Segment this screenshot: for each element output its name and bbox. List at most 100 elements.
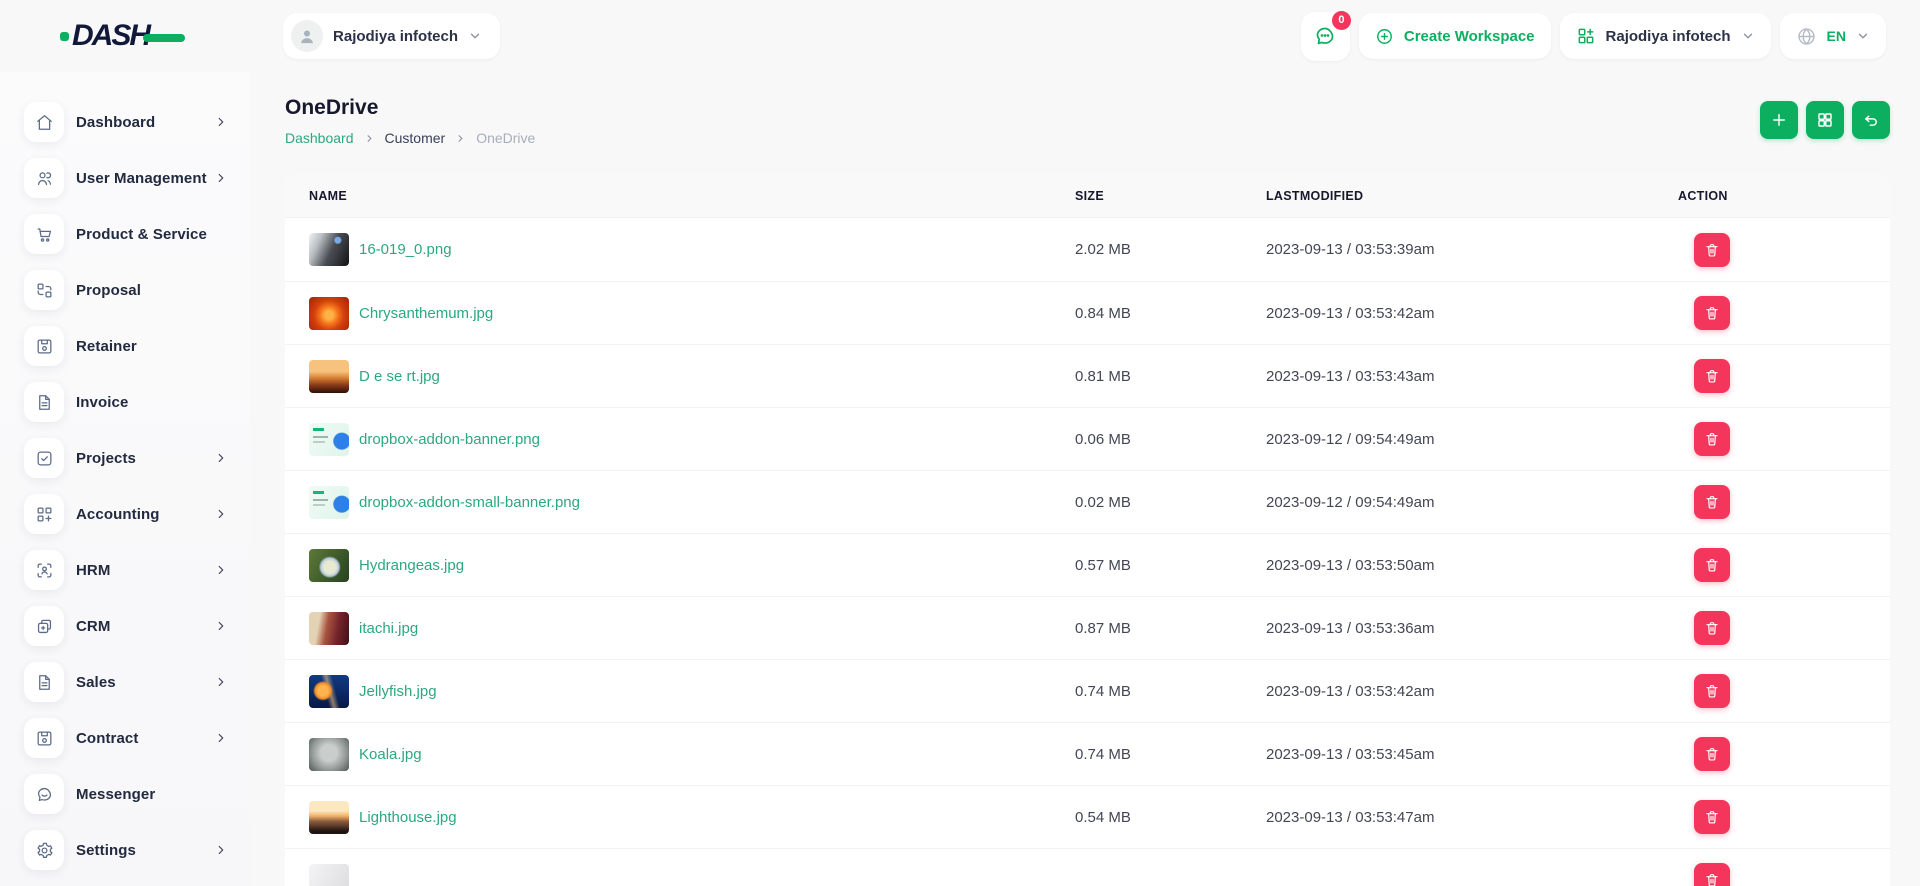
globe-icon (1796, 26, 1817, 47)
file-modified: 2023-09-13 / 03:53:50am (1266, 557, 1678, 574)
grid-view-button[interactable] (1806, 101, 1844, 139)
trash-icon (1704, 305, 1720, 321)
create-workspace-button[interactable]: Create Workspace (1359, 13, 1551, 59)
file-name-link[interactable]: dropbox-addon-small-banner.png (359, 494, 580, 511)
delete-button[interactable] (1694, 548, 1730, 582)
messages-button[interactable]: 0 (1301, 12, 1350, 61)
add-file-button[interactable] (1760, 101, 1798, 139)
file-text-icon (35, 673, 54, 692)
proposal-icon-box (24, 270, 64, 310)
sidebar-item-hrm[interactable]: HRM (0, 542, 250, 598)
chevron-down-icon (1741, 29, 1755, 43)
file-name-link[interactable]: 16-019_0.png (359, 241, 452, 258)
chevron-down-icon (468, 29, 482, 43)
trash-icon (1704, 494, 1720, 510)
delete-button[interactable] (1694, 422, 1730, 456)
sidebar-item-label: Accounting (76, 506, 214, 523)
sidebar-item-label: CRM (76, 618, 214, 635)
sidebar-item-sales[interactable]: Sales (0, 654, 250, 710)
sidebar-item-product-service[interactable]: Product & Service (0, 206, 250, 262)
chevron-right-icon (214, 675, 228, 689)
file-modified: 2023-09-13 / 03:53:43am (1266, 368, 1678, 385)
sidebar-item-label: Retainer (76, 338, 228, 355)
sidebar-item-projects[interactable]: Projects (0, 430, 250, 486)
file-name-link[interactable]: Lighthouse.jpg (359, 809, 457, 826)
delete-button[interactable] (1694, 485, 1730, 519)
gear-icon-box (24, 830, 64, 870)
file-modified: 2023-09-13 / 03:53:36am (1266, 620, 1678, 637)
home-icon-box (24, 102, 64, 142)
file-thumbnail (309, 233, 349, 266)
file-name-link[interactable]: Koala.jpg (359, 746, 422, 763)
user-scan-icon (35, 561, 54, 580)
logo-dot (60, 32, 69, 41)
delete-button[interactable] (1694, 800, 1730, 834)
delete-button[interactable] (1694, 611, 1730, 645)
chevron-right-icon (214, 843, 228, 857)
workspace-grid-icon (1576, 26, 1596, 46)
home-icon (35, 113, 54, 132)
proposal-icon (35, 281, 54, 300)
grid-icon (1816, 111, 1834, 129)
sidebar-item-label: Dashboard (76, 114, 214, 131)
delete-button[interactable] (1694, 359, 1730, 393)
trash-icon (1704, 242, 1720, 258)
workspace-selector[interactable]: Rajodiya infotech (283, 13, 500, 59)
file-name-link[interactable]: D e se rt.jpg (359, 368, 440, 385)
sidebar-item-messenger[interactable]: Messenger (0, 766, 250, 822)
trash-icon (1704, 872, 1720, 886)
go-back-button[interactable] (1852, 101, 1890, 139)
grid-plus-icon-box (24, 494, 64, 534)
breadcrumb-item-dashboard[interactable]: Dashboard (285, 130, 354, 146)
chevron-right-icon (214, 507, 228, 521)
file-modified: 2023-09-13 / 03:53:42am (1266, 683, 1678, 700)
sidebar-item-settings[interactable]: Settings (0, 822, 250, 878)
delete-button[interactable] (1694, 863, 1730, 886)
column-header-lastmodified: LASTMODIFIED (1266, 189, 1678, 203)
language-selector[interactable]: EN (1780, 13, 1886, 59)
file-name-link[interactable]: Chrysanthemum.jpg (359, 305, 493, 322)
chevron-right-icon (214, 731, 228, 745)
check-square-icon-box (24, 438, 64, 478)
trash-icon (1704, 809, 1720, 825)
sidebar-item-proposal[interactable]: Proposal (0, 262, 250, 318)
file-thumbnail (309, 486, 349, 519)
sidebar-item-retainer[interactable]: Retainer (0, 318, 250, 374)
file-modified: 2023-09-13 / 03:53:42am (1266, 305, 1678, 322)
workspace-avatar (291, 20, 323, 52)
delete-button[interactable] (1694, 296, 1730, 330)
topbar: DASH Rajodiya infotech 0 Create Workspac… (0, 0, 1920, 72)
delete-button[interactable] (1694, 674, 1730, 708)
company-selector[interactable]: Rajodiya infotech (1560, 13, 1771, 59)
sidebar-item-label: Settings (76, 842, 214, 859)
workspace-label: Rajodiya infotech (333, 28, 458, 45)
sidebar-item-label: User Management (76, 170, 214, 187)
file-thumbnail (309, 738, 349, 771)
breadcrumb-item-customer[interactable]: Customer (385, 130, 446, 146)
delete-button[interactable] (1694, 737, 1730, 771)
file-name-link[interactable]: itachi.jpg (359, 620, 418, 637)
cart-icon-box (24, 214, 64, 254)
delete-button[interactable] (1694, 233, 1730, 267)
app-logo[interactable]: DASH (60, 21, 185, 51)
sidebar-item-crm[interactable]: CRM (0, 598, 250, 654)
file-name-link[interactable]: Hydrangeas.jpg (359, 557, 464, 574)
copy-plus-icon-box (24, 606, 64, 646)
file-name-link[interactable]: Jellyfish.jpg (359, 683, 437, 700)
file-modified: 2023-09-12 / 09:54:49am (1266, 494, 1678, 511)
file-thumbnail (309, 864, 349, 886)
sidebar-item-dashboard[interactable]: Dashboard (0, 94, 250, 150)
sidebar-item-contract[interactable]: Contract (0, 710, 250, 766)
table-row (285, 848, 1890, 886)
sidebar-item-invoice[interactable]: Invoice (0, 374, 250, 430)
file-size: 0.54 MB (1075, 809, 1266, 826)
sidebar-item-label: Projects (76, 450, 214, 467)
trash-icon (1704, 683, 1720, 699)
file-name-link[interactable]: dropbox-addon-banner.png (359, 431, 540, 448)
column-header-action: ACTION (1678, 189, 1890, 203)
sidebar-item-accounting[interactable]: Accounting (0, 486, 250, 542)
file-modified: 2023-09-13 / 03:53:39am (1266, 241, 1678, 258)
table-row: itachi.jpg 0.87 MB 2023-09-13 / 03:53:36… (285, 596, 1890, 659)
sidebar-item-user-management[interactable]: User Management (0, 150, 250, 206)
table-row: Hydrangeas.jpg 0.57 MB 2023-09-13 / 03:5… (285, 533, 1890, 596)
